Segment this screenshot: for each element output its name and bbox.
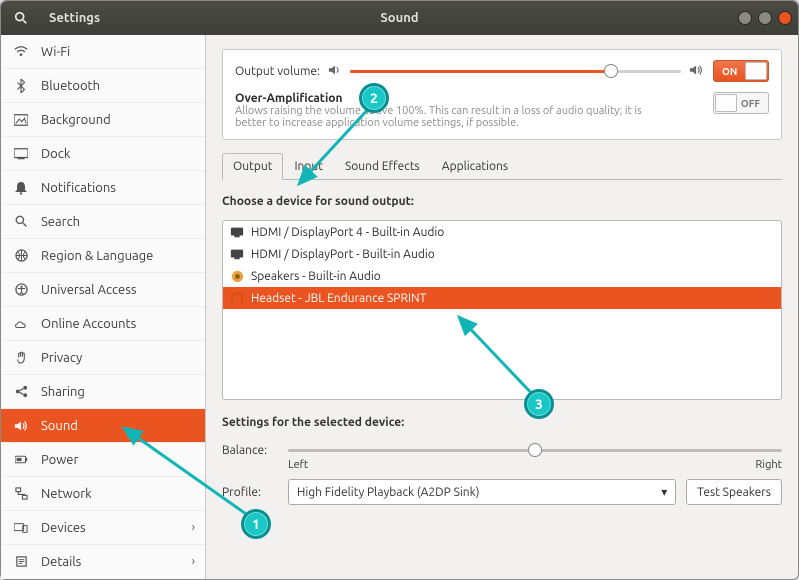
sidebar-item-network[interactable]: Network <box>1 477 205 511</box>
over-amplification-desc: Allows raising the volume above 100%. Th… <box>235 105 675 129</box>
search-icon[interactable] <box>7 6 35 30</box>
globe-icon <box>13 249 29 262</box>
profile-label: Profile: <box>222 486 278 499</box>
over-amplification-title: Over-Amplification <box>235 92 675 105</box>
app-title: Settings <box>49 11 100 25</box>
device-row[interactable]: Speakers - Built-in Audio <box>223 265 781 287</box>
bell-icon <box>13 181 29 195</box>
speaker-icon <box>229 268 245 284</box>
sidebar-item-label: Online Accounts <box>41 317 136 331</box>
device-label: Speakers - Built-in Audio <box>251 270 381 283</box>
balance-slider[interactable] <box>288 441 782 459</box>
sidebar-item-label: Search <box>41 215 80 229</box>
sidebar-item-label: Wi-Fi <box>41 45 70 59</box>
selected-device-heading: Settings for the selected device: <box>222 416 782 429</box>
wifi-icon <box>13 45 29 59</box>
device-label: HDMI / DisplayPort 4 - Built-in Audio <box>251 226 444 239</box>
sidebar-item-label: Universal Access <box>41 283 136 297</box>
search-icon <box>13 215 29 228</box>
sidebar-item-online-accounts[interactable]: Online Accounts <box>1 307 205 341</box>
sidebar-item-search[interactable]: Search <box>1 205 205 239</box>
output-volume-toggle[interactable]: ON <box>713 60 769 82</box>
sidebar-item-dock[interactable]: Dock <box>1 137 205 171</box>
sidebar-item-wifi[interactable]: Wi-Fi <box>1 35 205 69</box>
sidebar-item-label: Sound <box>41 419 78 433</box>
sidebar-item-label: Dock <box>41 147 70 161</box>
output-device-list: HDMI / DisplayPort 4 - Built-in Audio HD… <box>222 220 782 400</box>
titlebar: Settings Sound <box>1 1 798 35</box>
device-row[interactable]: Headset - JBL Endurance SPRINT <box>223 287 781 309</box>
hand-icon <box>13 351 29 364</box>
balance-right-label: Right <box>756 459 782 471</box>
page-title: Sound <box>1 11 798 25</box>
background-icon <box>13 114 29 126</box>
monitor-icon <box>229 224 245 240</box>
sidebar-item-label: Region & Language <box>41 249 153 263</box>
sidebar-item-power[interactable]: Power <box>1 443 205 477</box>
sidebar-item-sound[interactable]: Sound <box>1 409 205 443</box>
sidebar-item-label: Sharing <box>41 385 85 399</box>
output-device-heading: Choose a device for sound output: <box>222 195 782 208</box>
sidebar-item-label: Privacy <box>41 351 82 365</box>
sidebar-item-label: Devices <box>41 521 86 535</box>
sidebar-item-label: Background <box>41 113 111 127</box>
sidebar-item-label: Bluetooth <box>41 79 100 93</box>
profile-value: High Fidelity Playback (A2DP Sink) <box>297 486 479 499</box>
sidebar-item-background[interactable]: Background <box>1 103 205 137</box>
chevron-right-icon: › <box>192 521 195 534</box>
sidebar-item-devices[interactable]: Devices › <box>1 511 205 545</box>
bluetooth-icon <box>13 79 29 93</box>
sidebar-item-notifications[interactable]: Notifications <box>1 171 205 205</box>
chevron-down-icon: ▾ <box>661 485 667 499</box>
tab-output[interactable]: Output <box>222 153 283 180</box>
dock-icon <box>13 148 29 160</box>
volume-max-icon <box>689 64 705 79</box>
sidebar-item-sharing[interactable]: Sharing <box>1 375 205 409</box>
over-amplification-toggle[interactable]: OFF <box>713 92 769 114</box>
sidebar-item-label: Details <box>41 555 81 569</box>
window-maximize-button[interactable] <box>758 11 772 25</box>
accessibility-icon <box>13 283 29 296</box>
details-icon <box>13 555 29 568</box>
network-icon <box>13 487 29 500</box>
sidebar-item-label: Power <box>41 453 78 467</box>
sidebar-item-universal-access[interactable]: Universal Access <box>1 273 205 307</box>
sidebar-item-bluetooth[interactable]: Bluetooth <box>1 69 205 103</box>
chevron-right-icon: › <box>192 555 195 568</box>
profile-combo[interactable]: High Fidelity Playback (A2DP Sink) ▾ <box>288 479 676 505</box>
tab-applications[interactable]: Applications <box>431 153 519 180</box>
window-close-button[interactable] <box>778 11 792 25</box>
sound-tabs: Output Input Sound Effects Applications <box>222 152 782 180</box>
sidebar-item-label: Network <box>41 487 92 501</box>
volume-icon <box>328 64 342 79</box>
share-icon <box>13 385 29 398</box>
devices-icon <box>13 522 29 534</box>
balance-label: Balance: <box>222 444 278 457</box>
headset-icon <box>229 290 245 306</box>
test-speakers-button[interactable]: Test Speakers <box>686 479 782 505</box>
sidebar-item-region-language[interactable]: Region & Language <box>1 239 205 273</box>
device-label: Headset - JBL Endurance SPRINT <box>251 292 426 305</box>
speaker-icon <box>13 420 29 432</box>
tab-input[interactable]: Input <box>283 153 334 180</box>
sidebar-item-privacy[interactable]: Privacy <box>1 341 205 375</box>
cloud-key-icon <box>13 318 29 330</box>
output-volume-slider[interactable] <box>350 63 681 79</box>
output-volume-label: Output volume: <box>235 65 320 78</box>
device-label: HDMI / DisplayPort - Built-in Audio <box>251 248 435 261</box>
balance-left-label: Left <box>288 459 308 471</box>
device-row[interactable]: HDMI / DisplayPort - Built-in Audio <box>223 243 781 265</box>
tab-sound-effects[interactable]: Sound Effects <box>334 153 431 180</box>
sidebar-item-details[interactable]: Details › <box>1 545 205 579</box>
sidebar: Wi-Fi Bluetooth Background Dock Notifica… <box>1 35 206 579</box>
device-row[interactable]: HDMI / DisplayPort 4 - Built-in Audio <box>223 221 781 243</box>
monitor-icon <box>229 246 245 262</box>
sidebar-item-label: Notifications <box>41 181 116 195</box>
power-icon <box>13 454 29 465</box>
output-volume-card: Output volume: ON Over-Amplification All… <box>222 49 782 140</box>
window-minimize-button[interactable] <box>738 11 752 25</box>
content-area: Output volume: ON Over-Amplification All… <box>206 35 798 579</box>
